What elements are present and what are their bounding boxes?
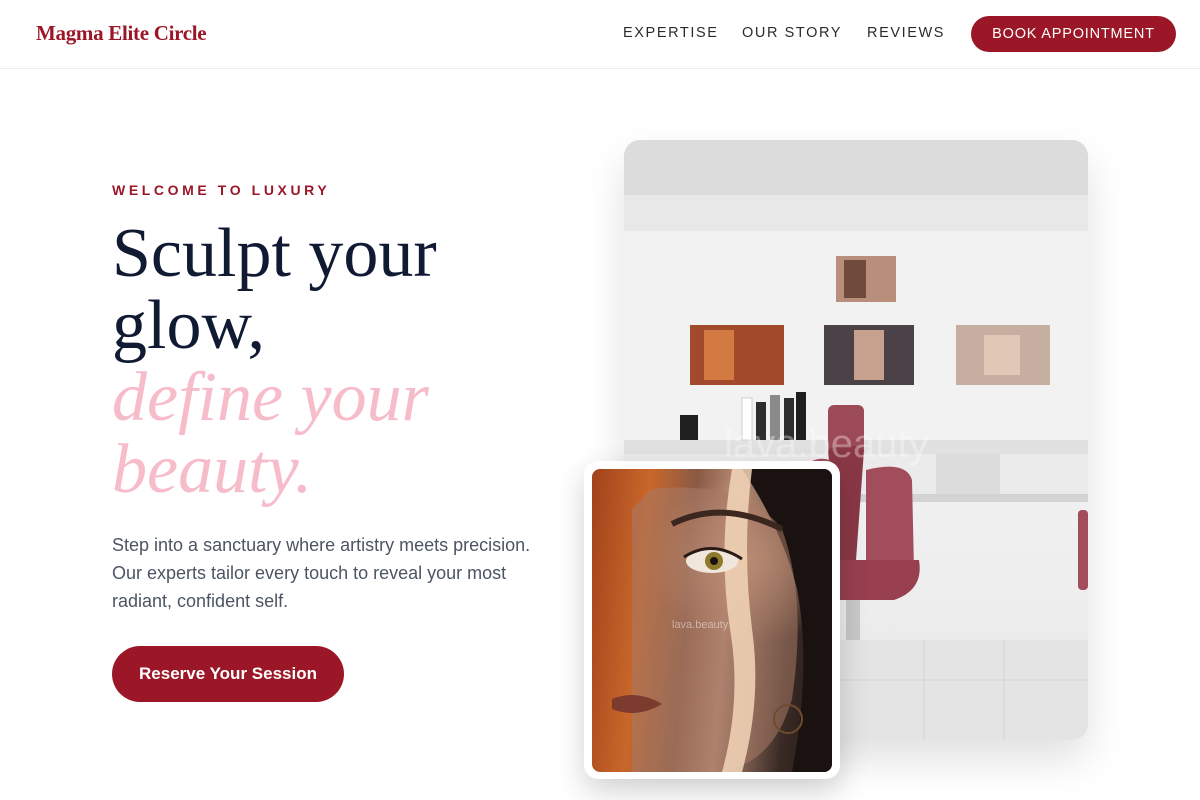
hero-headline: Sculpt your glow, define your beauty. [112, 218, 582, 506]
hero-eyebrow: WELCOME TO LUXURY [112, 182, 331, 198]
nav-link-reviews[interactable]: REVIEWS [867, 25, 945, 41]
headline-accent-line-1: define your [112, 359, 429, 436]
headline-accent-line-2: beauty. [112, 431, 313, 508]
book-appointment-button[interactable]: BOOK APPOINTMENT [971, 16, 1176, 52]
nav-link-expertise[interactable]: EXPERTISE [623, 25, 719, 41]
brand-logo[interactable]: Magma Elite Circle [36, 21, 207, 46]
portrait-card: lava.beauty [584, 461, 840, 779]
portrait-image-watermark: lava.beauty [672, 619, 729, 631]
portrait-image: lava.beauty [592, 469, 832, 772]
reserve-session-button[interactable]: Reserve Your Session [112, 646, 344, 702]
hero-description: Step into a sanctuary where artistry mee… [112, 535, 531, 611]
nav-link-our-story[interactable]: OUR STORY [742, 25, 842, 41]
site-header: Magma Elite Circle EXPERTISE OUR STORY R… [0, 0, 1200, 69]
headline-line-2: glow, [112, 287, 265, 364]
headline-line-1: Sculpt your [112, 215, 437, 292]
